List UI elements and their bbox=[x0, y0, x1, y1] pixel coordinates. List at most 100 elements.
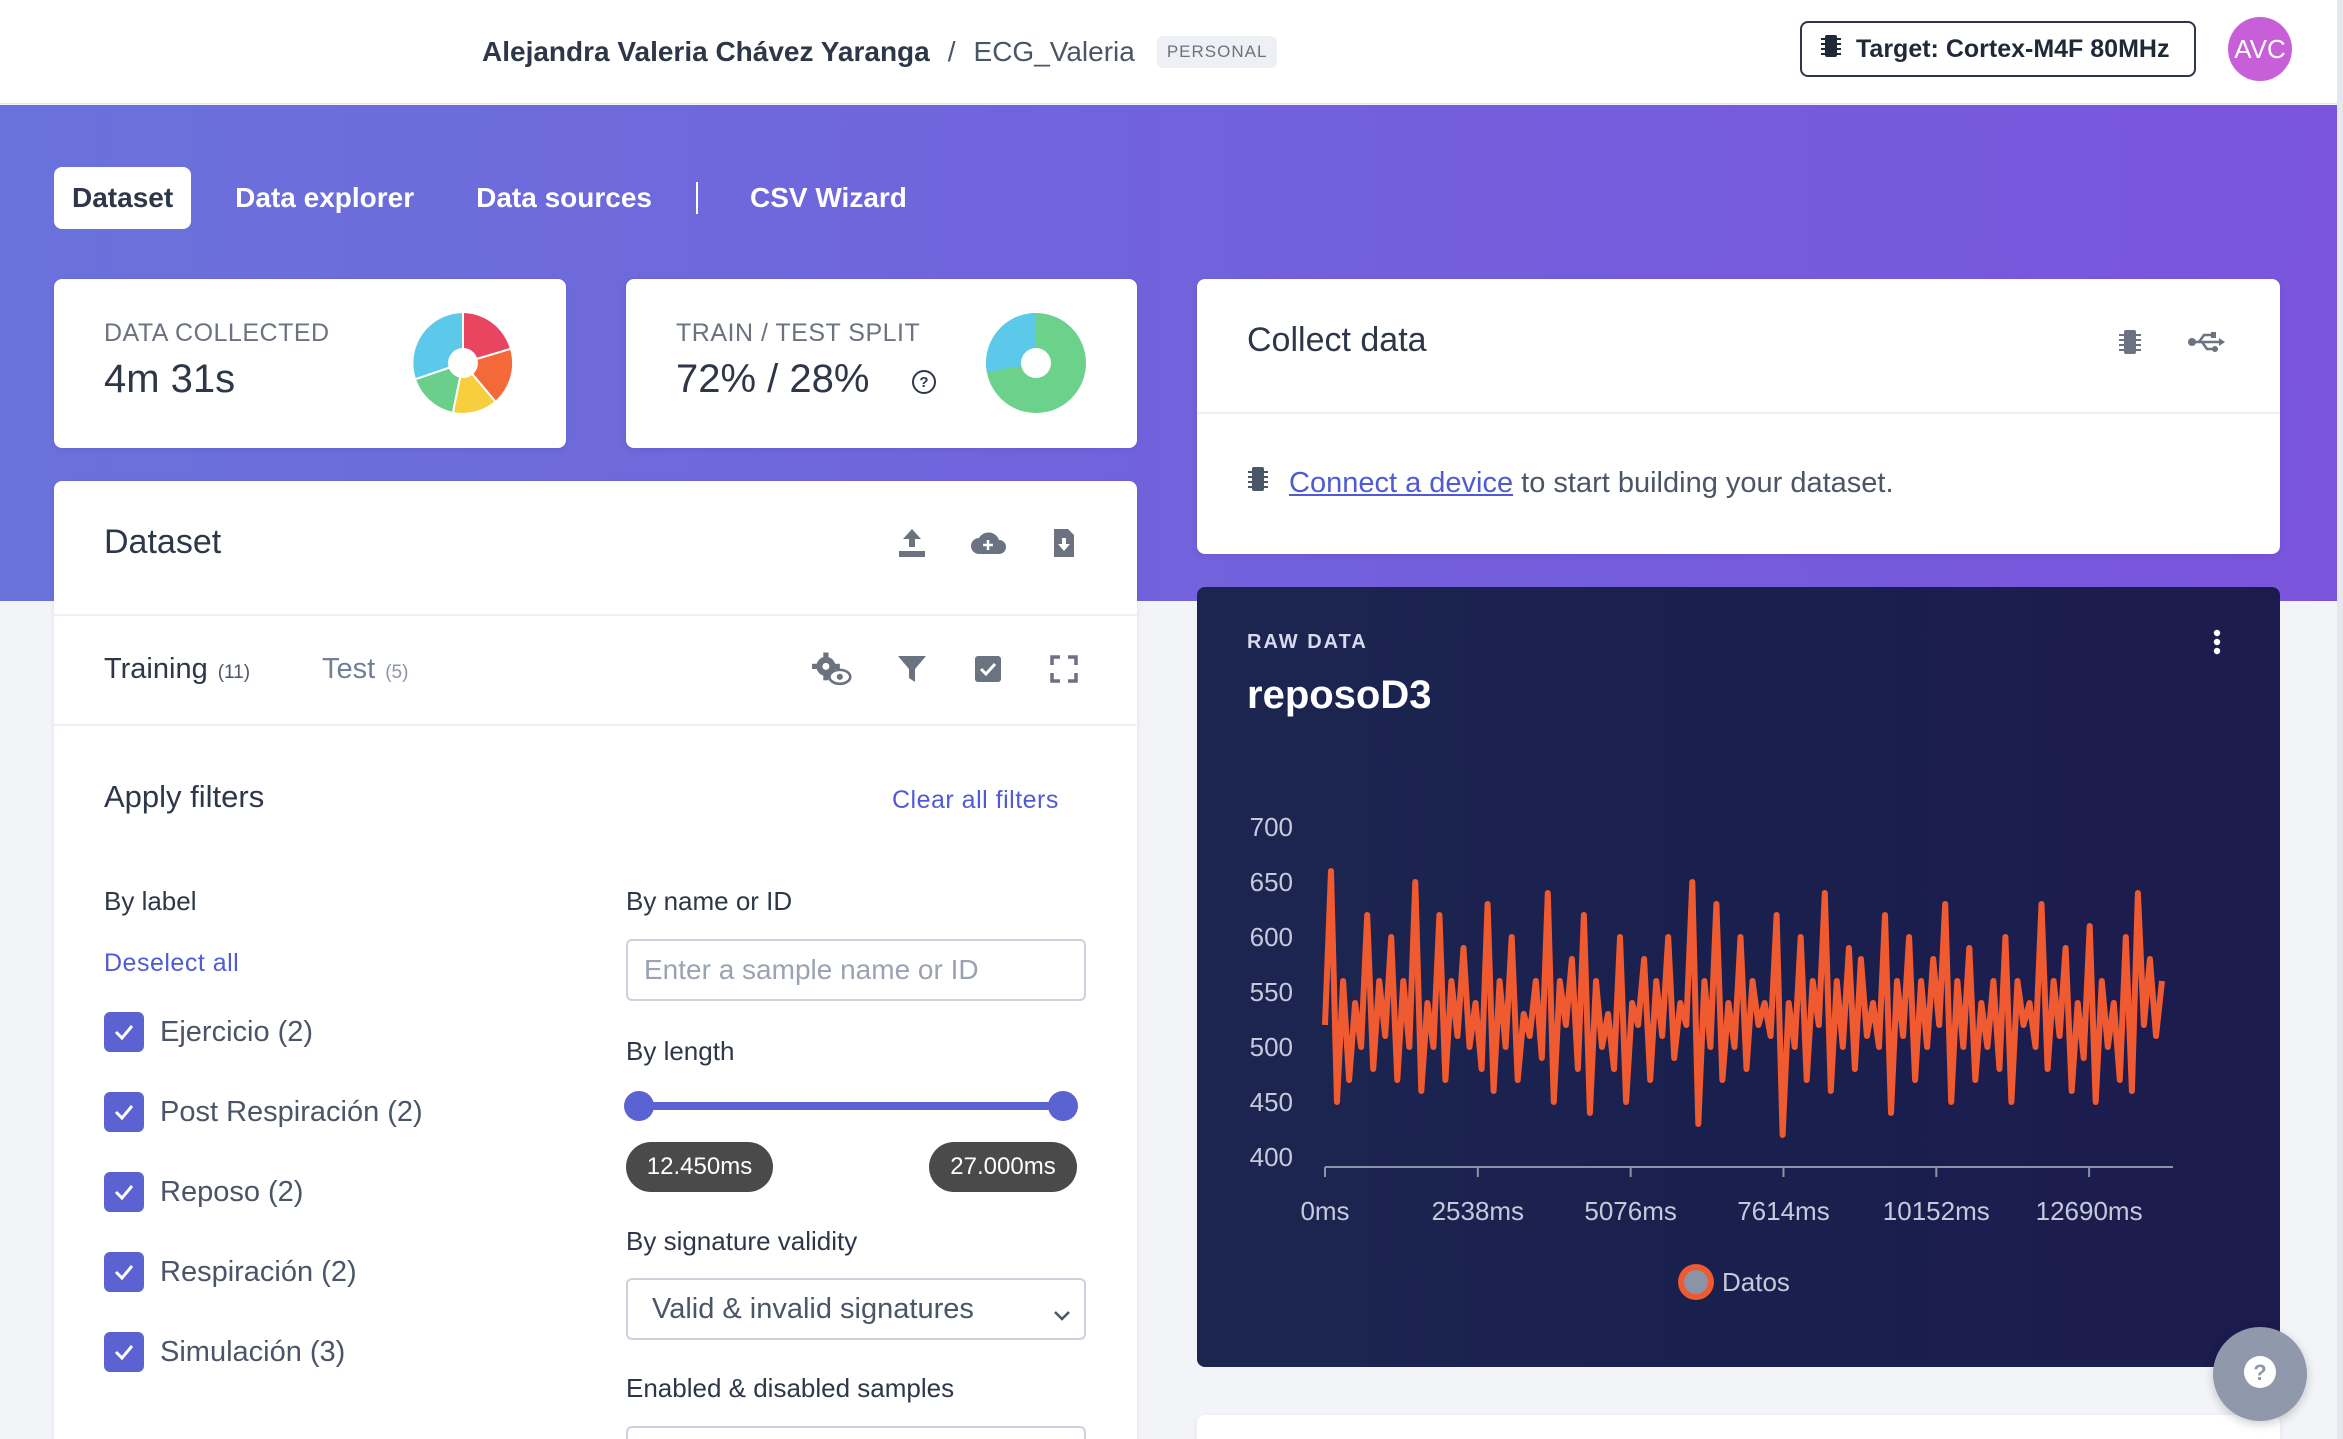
collect-data-card: Collect data Connect a device to start b… bbox=[1197, 279, 2280, 554]
device-icon[interactable] bbox=[2110, 322, 2150, 362]
x-tick-label: 12690ms bbox=[2036, 1196, 2143, 1226]
connect-device-rest: to start building your dataset. bbox=[1513, 466, 1894, 499]
tab-csv-wizard[interactable]: CSV Wizard bbox=[732, 167, 925, 229]
data-collected-label: DATA COLLECTED bbox=[104, 319, 330, 347]
fullscreen-icon[interactable] bbox=[1044, 649, 1084, 689]
y-tick-label: 600 bbox=[1250, 922, 1293, 952]
label-filter-text: Simulación (3) bbox=[160, 1335, 346, 1368]
checkbox[interactable] bbox=[104, 1012, 144, 1052]
label-filter-text: Post Respiración (2) bbox=[160, 1095, 423, 1128]
training-count: (11) bbox=[217, 662, 251, 683]
breadcrumb: Alejandra Valeria Chávez Yaranga / ECG_V… bbox=[482, 30, 1278, 74]
checkbox[interactable] bbox=[104, 1092, 144, 1132]
clear-all-filters-link[interactable]: Clear all filters bbox=[892, 786, 1059, 815]
chevron-down-icon bbox=[1052, 1298, 1072, 1331]
tab-divider bbox=[696, 182, 699, 214]
checkbox[interactable] bbox=[104, 1172, 144, 1212]
cloud-upload-icon[interactable] bbox=[968, 523, 1008, 563]
enabled-samples-select[interactable] bbox=[626, 1426, 1086, 1439]
checkbox[interactable] bbox=[104, 1252, 144, 1292]
label-filter-ejercicio[interactable]: Ejercicio (2) bbox=[104, 1012, 313, 1052]
checkbox[interactable] bbox=[104, 1332, 144, 1372]
length-max-value: 27.000ms bbox=[929, 1142, 1077, 1192]
export-file-icon[interactable] bbox=[1044, 523, 1084, 563]
target-device-button[interactable]: Target: Cortex-M4F 80MHz bbox=[1800, 21, 2196, 77]
dataset-card: Dataset Training (11) Test (5) Apply fil… bbox=[54, 481, 1137, 1439]
signature-validity-select[interactable]: Valid & invalid signatures bbox=[626, 1278, 1086, 1340]
tab-data-explorer[interactable]: Data explorer bbox=[217, 167, 432, 229]
x-tick-label: 0ms bbox=[1300, 1196, 1349, 1226]
svg-text:?: ? bbox=[2253, 1360, 2266, 1385]
target-device-label: Target: Cortex-M4F 80MHz bbox=[1856, 34, 2170, 63]
by-signature-heading: By signature validity bbox=[626, 1226, 858, 1256]
split-help-icon[interactable]: ? bbox=[912, 370, 936, 394]
label-filter-respiracion[interactable]: Respiración (2) bbox=[104, 1252, 357, 1292]
y-tick-label: 400 bbox=[1250, 1142, 1293, 1172]
main-tabs: Dataset Data explorer Data sources CSV W… bbox=[54, 167, 951, 229]
breadcrumb-owner[interactable]: Alejandra Valeria Chávez Yaranga bbox=[482, 36, 930, 68]
next-card bbox=[1197, 1415, 2280, 1439]
label-distribution-pie bbox=[413, 313, 513, 413]
upload-icon[interactable] bbox=[892, 523, 932, 563]
tab-dataset[interactable]: Dataset bbox=[54, 167, 192, 229]
collect-card-divider bbox=[1197, 412, 2280, 414]
tab-data-sources[interactable]: Data sources bbox=[458, 167, 670, 229]
train-test-value: 72% / 28% bbox=[676, 357, 870, 401]
chip-icon bbox=[1820, 33, 1842, 66]
series-line-datos bbox=[1322, 868, 2165, 1138]
dataset-header-divider bbox=[54, 614, 1137, 616]
length-min-handle[interactable] bbox=[624, 1091, 654, 1121]
top-bar: Alejandra Valeria Chávez Yaranga / ECG_V… bbox=[0, 0, 2343, 104]
chart-legend[interactable]: Datos bbox=[1678, 1264, 1790, 1300]
raw-data-chart: 700 650 600 550 500 450 400 0ms 2538ms 5076ms 761… bbox=[1250, 812, 2173, 1300]
device-small-icon bbox=[1247, 465, 1269, 501]
label-filter-text: Respiración (2) bbox=[160, 1255, 357, 1288]
deselect-all-link[interactable]: Deselect all bbox=[104, 949, 239, 978]
train-test-split-card: TRAIN / TEST SPLIT 72% / 28% ? bbox=[626, 279, 1137, 448]
label-filter-reposo[interactable]: Reposo (2) bbox=[104, 1172, 303, 1212]
length-min-value: 12.450ms bbox=[626, 1142, 773, 1192]
y-tick-label: 450 bbox=[1250, 1087, 1293, 1117]
label-filter-simulacion[interactable]: Simulación (3) bbox=[104, 1332, 345, 1372]
length-range-slider[interactable] bbox=[638, 1102, 1063, 1110]
x-tick-label: 10152ms bbox=[1883, 1196, 1990, 1226]
length-max-handle[interactable] bbox=[1048, 1091, 1078, 1121]
data-collected-card: DATA COLLECTED 4m 31s bbox=[54, 279, 566, 448]
help-button[interactable]: ? bbox=[2213, 1327, 2307, 1421]
test-label: Test bbox=[322, 653, 376, 685]
apply-filters-title: Apply filters bbox=[104, 779, 265, 814]
enabled-samples-heading: Enabled & disabled samples bbox=[626, 1373, 955, 1403]
training-label: Training bbox=[104, 653, 208, 685]
subtab-training[interactable]: Training (11) bbox=[104, 653, 250, 686]
label-filter-post-respiracion[interactable]: Post Respiración (2) bbox=[104, 1092, 423, 1132]
filter-icon[interactable] bbox=[892, 649, 932, 689]
subtab-test[interactable]: Test (5) bbox=[322, 653, 408, 686]
test-count: (5) bbox=[385, 662, 409, 683]
label-filter-text: Ejercicio (2) bbox=[160, 1015, 314, 1048]
connect-device-link[interactable]: Connect a device bbox=[1289, 467, 1513, 500]
avatar[interactable]: AVC bbox=[2228, 17, 2292, 81]
breadcrumb-project[interactable]: ECG_Valeria bbox=[974, 36, 1135, 68]
data-collected-value: 4m 31s bbox=[104, 357, 236, 401]
by-label-heading: By label bbox=[104, 886, 197, 916]
y-tick-label: 550 bbox=[1250, 977, 1293, 1007]
x-tick-label: 7614ms bbox=[1737, 1196, 1830, 1226]
subtab-divider bbox=[54, 724, 1137, 726]
select-checkbox-icon[interactable] bbox=[968, 649, 1008, 689]
sample-name-search-input[interactable] bbox=[626, 939, 1086, 1001]
train-test-label: TRAIN / TEST SPLIT bbox=[676, 319, 921, 347]
raw-data-card: RAW DATA reposoD3 700 650 600 550 500 450 400 … bbox=[1197, 587, 2280, 1367]
y-tick-label: 650 bbox=[1250, 867, 1293, 897]
train-test-donut bbox=[986, 313, 1086, 413]
x-tick-label: 2538ms bbox=[1432, 1196, 1525, 1226]
project-type-badge: PERSONAL bbox=[1156, 36, 1278, 68]
y-tick-label: 500 bbox=[1250, 1032, 1293, 1062]
connect-device-message: Connect a device to start building your … bbox=[1247, 465, 1894, 501]
settings-view-icon[interactable] bbox=[812, 649, 852, 689]
legend-marker-inner bbox=[1684, 1270, 1708, 1294]
legend-label: Datos bbox=[1722, 1267, 1790, 1297]
collect-data-title: Collect data bbox=[1247, 321, 1427, 359]
page-scrollbar[interactable] bbox=[2337, 0, 2343, 1439]
by-length-heading: By length bbox=[626, 1036, 735, 1066]
usb-icon[interactable] bbox=[2186, 322, 2226, 362]
